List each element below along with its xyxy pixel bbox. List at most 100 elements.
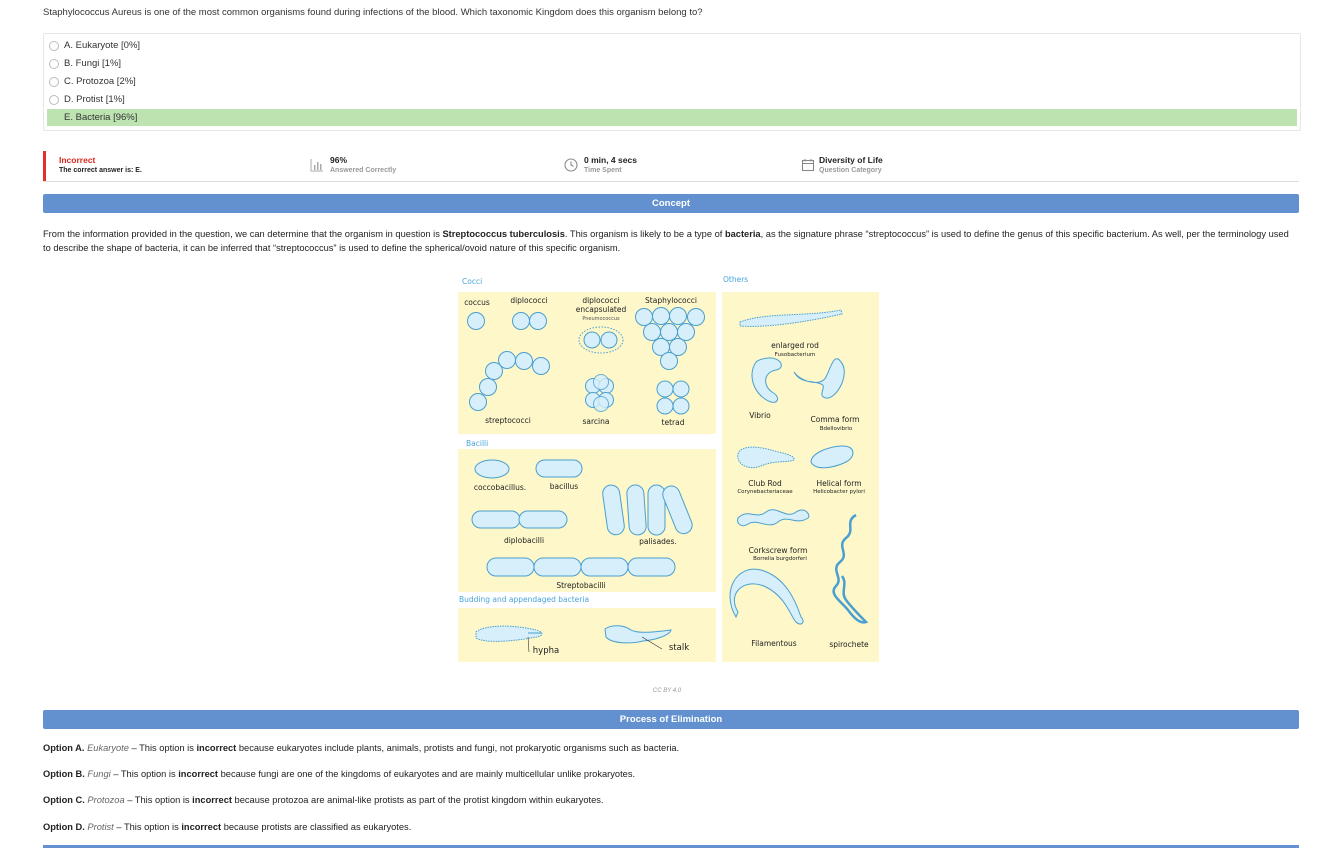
option-name: Eukaryote [87, 743, 129, 753]
streptobacilli-label: Streptobacilli [556, 581, 605, 590]
bacteria-term: bacteria [724, 229, 761, 239]
elim-text: – This option is [110, 769, 179, 779]
budding-heading: Budding and appendaged bacteria [459, 595, 589, 604]
option-label: D. Protist [1%] [64, 94, 125, 105]
radio-button[interactable] [49, 40, 59, 51]
staphylococci-shape [660, 352, 678, 370]
diplococci-label: diplococci [510, 296, 547, 305]
helical-label: Helical form [816, 479, 861, 488]
bacillus-label: bacillus [550, 482, 578, 491]
fusobacterium-label: Fusobacterium [775, 352, 816, 358]
elimination-option-b: Option B. Fungi – This option is incorre… [43, 769, 635, 779]
vibrio-label: Vibrio [749, 411, 771, 420]
time-label: Time Spent [584, 167, 622, 174]
diplobacilli-shape [518, 510, 568, 529]
cocci-heading: Cocci [462, 277, 482, 286]
percent-label: Answered Correctly [330, 167, 397, 174]
category-value: Diversity of Life [819, 155, 883, 165]
status-text: Incorrect [59, 155, 96, 165]
bacillus-shape [535, 459, 583, 478]
borrelia-label: Borrelia burgdorferi [753, 556, 807, 562]
diplococci-enc-label: diplococci [582, 296, 619, 305]
bdellovibrio-label: Bdellovibrio [820, 426, 853, 432]
comma-label: Comma form [811, 415, 860, 424]
option-b[interactable]: B. Fungi [1%] [47, 55, 1297, 72]
elim-text: – This option is [113, 822, 182, 832]
category-label: Question Category [819, 167, 882, 174]
time-stat: 0 min, 4 secs Time Spent [584, 155, 637, 174]
streptococci-label: streptococci [485, 416, 531, 425]
incorrect-term: incorrect [192, 795, 232, 805]
time-value: 0 min, 4 secs [584, 155, 637, 165]
filamentous-label: Filamentous [751, 639, 796, 648]
coccobacillus-shape [474, 459, 510, 479]
elimination-option-d: Option D. Protist – This option is incor… [43, 822, 411, 832]
staphylococci-label: Staphylococci [645, 296, 697, 305]
elim-text: – This option is [128, 743, 197, 753]
option-a[interactable]: A. Eukaryote [0%] [47, 37, 1297, 54]
image-credit: CC BY 4.0 [652, 688, 682, 694]
concept-paragraph: From the information provided in the que… [43, 227, 1293, 255]
option-label: A. Eukaryote [0%] [64, 40, 141, 51]
bar-chart-icon [310, 159, 323, 172]
concept-heading: Concept [43, 194, 1299, 213]
others-heading: Others [723, 275, 748, 284]
club-rod-label: Club Rod [748, 479, 782, 488]
option-c[interactable]: C. Protozoa [2%] [47, 73, 1297, 90]
answer-options: A. Eukaryote [0%] B. Fungi [1%] C. Proto… [43, 33, 1301, 131]
incorrect-term: incorrect [178, 769, 219, 779]
option-e-correct[interactable]: E. Bacteria [96%] [47, 109, 1297, 126]
option-name: Protozoa [87, 795, 125, 805]
elim-text: because fungi are one of the kingdoms of… [218, 769, 636, 779]
elim-text: because protozoa are animal-like protist… [231, 795, 604, 805]
incorrect-indicator [43, 151, 46, 181]
elimination-option-a: Option A. Eukaryote – This option is inc… [43, 743, 679, 753]
result-status: Incorrect The correct answer is: E. [59, 155, 142, 174]
streptococci-chain [532, 357, 550, 375]
clock-icon [564, 158, 578, 172]
corkscrew-label: Corkscrew form [749, 546, 808, 555]
elim-text: because eukaryotes include plants, anima… [236, 743, 680, 753]
pneumococcus-label: Pneumococcus [582, 316, 620, 322]
category-stat: Diversity of Life Question Category [819, 155, 883, 174]
concept-text: From the information provided in the que… [43, 229, 443, 239]
coccobacillus-label: coccobacillus. [474, 483, 526, 492]
radio-button[interactable] [49, 76, 59, 87]
coccus-label: coccus [464, 298, 490, 307]
corynebacteriaceae-label: Corynebacteriaceae [737, 489, 793, 495]
concept-text: . This organism is likely to be a type o… [564, 229, 725, 239]
percent-value: 96% [330, 155, 348, 165]
incorrect-term: incorrect [196, 743, 237, 753]
palisades-label: palisades. [639, 537, 677, 546]
elimination-heading: Process of Elimination [43, 710, 1299, 729]
option-label: E. Bacteria [96%] [64, 112, 138, 123]
diplobacilli-label: diplobacilli [504, 536, 544, 545]
option-ref: Option A. [43, 743, 85, 753]
option-name: Protist [87, 822, 114, 832]
elim-text: – This option is [124, 795, 193, 805]
diplococci-shape [529, 312, 547, 330]
stalk-label: stalk [669, 643, 689, 653]
result-stats: Incorrect The correct answer is: E. 96% … [43, 151, 1299, 182]
radio-button[interactable] [49, 58, 59, 69]
tetrad-shape [672, 397, 690, 415]
calendar-icon [801, 159, 815, 172]
spirochete-label: spirochete [829, 640, 869, 649]
option-name: Fungi [87, 769, 111, 779]
tetrad-label: tetrad [662, 418, 685, 427]
bacilli-heading: Bacilli [466, 439, 488, 448]
sarcina-label: sarcina [583, 417, 610, 426]
bacteria-shapes-figure: Cocci Others Bacilli Budding and appenda… [458, 275, 879, 662]
elimination-option-c: Option C. Protozoa – This option is inco… [43, 795, 604, 805]
coccus-shape [467, 312, 485, 330]
option-label: B. Fungi [1%] [64, 58, 122, 69]
sarcina-shape [593, 396, 609, 412]
elim-text: because protists are classified as eukar… [221, 822, 412, 832]
streptobacilli-shape [627, 557, 676, 577]
hypha-label: hypha [533, 646, 559, 656]
option-d[interactable]: D. Protist [1%] [47, 91, 1297, 108]
incorrect-term: incorrect [181, 822, 222, 832]
percent-stat: 96% Answered Correctly [330, 155, 396, 174]
radio-button[interactable] [49, 94, 59, 105]
encapsulated-label: encapsulated [576, 305, 627, 314]
